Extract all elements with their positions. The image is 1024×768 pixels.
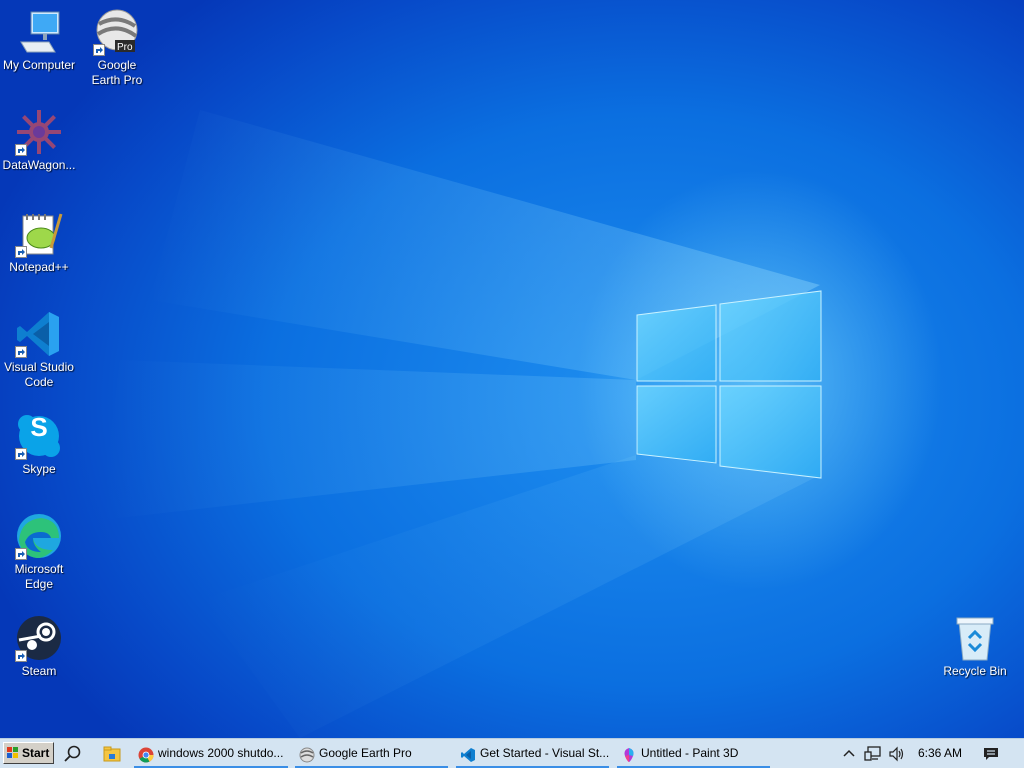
desktop-icon-label: Notepad++ [9,260,69,274]
task-label: windows 2000 shutdo... [158,746,284,760]
desktop-icon-label: DataWagon... [2,158,76,172]
desktop-icon-label: Google Earth Pro [91,58,143,87]
shortcut-arrow-icon [15,144,27,156]
shortcut-arrow-icon [15,246,27,258]
desktop-icon-microsoft-edge[interactable]: Microsoft Edge [0,512,78,592]
taskbar: Start windows 2000 shutdo... Google Eart… [0,738,1024,768]
search-icon[interactable] [62,743,84,765]
desktop-icon-notepad-plus-plus[interactable]: Notepad++ [0,210,78,275]
task-label: Get Started - Visual St... [480,746,609,760]
network-icon[interactable] [864,739,884,768]
taskbar-task-vscode[interactable]: Get Started - Visual St... [456,739,609,768]
show-hidden-icons-button[interactable] [842,739,858,768]
chrome-icon [138,745,154,763]
desktop-icon-steam[interactable]: Steam [0,614,78,679]
notepad-plus-plus-icon [15,210,63,258]
desktop-icon-vscode[interactable]: Visual Studio Code [0,310,78,390]
shortcut-arrow-icon [15,346,27,358]
windows-flag-icon [6,746,20,766]
paint3d-icon [621,745,637,762]
shortcut-arrow-icon [93,44,105,56]
taskbar-task-google-earth-pro[interactable]: Google Earth Pro [295,739,448,768]
start-button[interactable]: Start [3,742,54,764]
shortcut-arrow-icon [15,650,27,662]
desktop-icon-google-earth-pro[interactable]: Pro Google Earth Pro [78,8,156,88]
skype-icon: S [15,412,63,460]
shortcut-arrow-icon [15,548,27,560]
steam-icon [15,614,63,662]
desktop-icon-label: Skype [22,462,56,476]
task-label: Untitled - Paint 3D [641,746,739,760]
google-earth-icon [299,745,315,763]
vscode-icon [460,745,476,762]
desktop-icon-label: Recycle Bin [943,664,1007,678]
vscode-icon [15,310,63,358]
desktop-icon-label: Visual Studio Code [4,360,74,389]
desktop-icon-my-computer[interactable]: My Computer [0,8,78,73]
volume-icon[interactable] [888,739,908,768]
desktop-icon-label: My Computer [2,58,76,72]
desktop-icon-label: Microsoft Edge [14,562,64,591]
google-earth-icon: Pro [93,8,141,56]
datawagon-icon [15,108,63,156]
file-explorer-icon[interactable] [101,743,123,765]
recycle-bin-icon [951,614,999,662]
taskbar-task-chrome[interactable]: windows 2000 shutdo... [134,739,288,768]
pro-badge: Pro [117,42,133,53]
action-center-icon[interactable] [982,739,1002,768]
shortcut-arrow-icon [15,448,27,460]
computer-icon [15,8,63,56]
desktop-icon-recycle-bin[interactable]: Recycle Bin [936,614,1014,679]
taskbar-task-paint-3d[interactable]: Untitled - Paint 3D [617,739,770,768]
edge-icon [15,512,63,560]
task-label: Google Earth Pro [319,746,412,760]
skype-glyph: S [30,412,48,442]
clock[interactable]: 6:36 AM [918,739,968,768]
desktop-icon-datawagon[interactable]: DataWagon... [0,108,78,173]
start-label: Start [22,746,50,760]
desktop-icon-label: Steam [21,664,57,678]
windows-logo-icon [636,290,822,479]
wallpaper [100,110,822,738]
desktop-icon-skype[interactable]: S Skype [0,412,78,477]
